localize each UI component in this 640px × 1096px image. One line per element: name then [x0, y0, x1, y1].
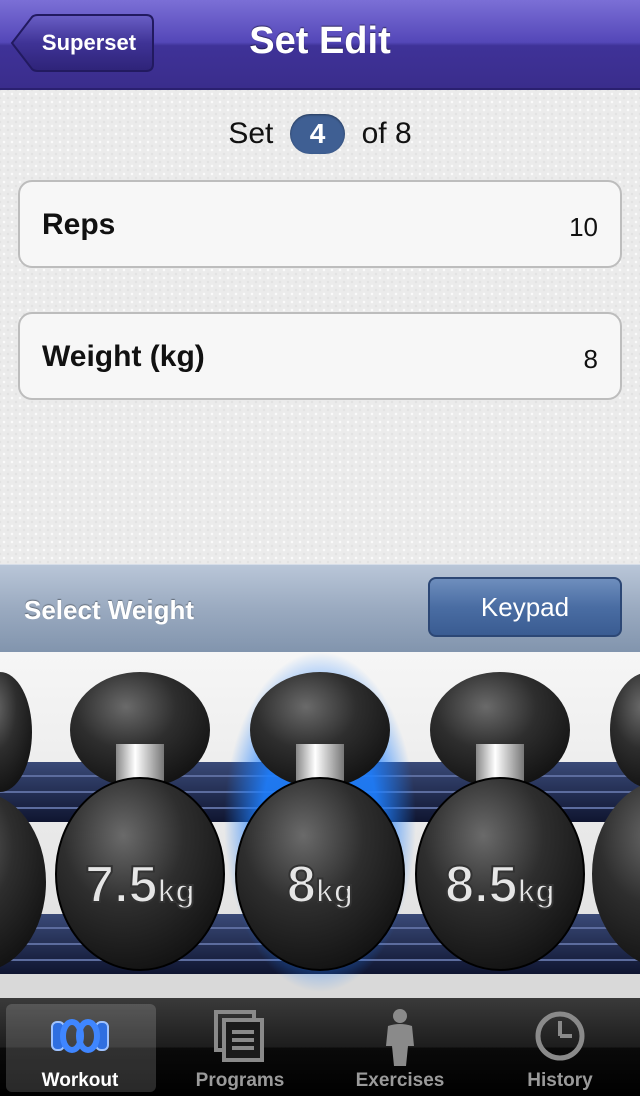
tab-exercises[interactable]: Exercises [320, 998, 480, 1096]
set-edit-content: Set 4 of 8 Reps 10 Weight (kg) 8 [0, 90, 640, 564]
set-indicator: Set 4 of 8 [0, 114, 640, 154]
select-weight-bar: Select Weight Keypad [0, 564, 640, 653]
dumbbell-rack-graphic: 7.5kg 8kg 8.5kg [0, 652, 640, 1002]
dumbbell-8-5-number: 8.5 [445, 856, 517, 914]
history-icon [535, 1011, 585, 1061]
reps-label: Reps [42, 208, 116, 241]
dumbbell-8-5kg[interactable]: 8.5kg [415, 672, 585, 971]
workout-icon [51, 1019, 109, 1053]
dumbbell-8kg[interactable]: 8kg [235, 672, 405, 971]
tab-bar: Workout Programs Exercises History [0, 998, 640, 1096]
weight-label: Weight (kg) [42, 340, 205, 373]
reps-value: 10 [569, 212, 598, 242]
tab-workout-label: Workout [41, 1070, 119, 1091]
select-weight-caption: Select Weight [24, 595, 195, 625]
dumbbell-8-unit: kg [316, 873, 353, 909]
dumbbell-7-5-number: 7.5 [85, 856, 157, 914]
tab-history-label: History [527, 1070, 593, 1091]
set-suffix: of 8 [361, 117, 412, 150]
dumbbell-8-5-unit: kg [517, 873, 554, 909]
programs-icon [214, 1010, 264, 1062]
weight-row[interactable]: Weight (kg) 8 [18, 312, 622, 400]
tab-exercises-label: Exercises [355, 1070, 445, 1091]
tab-programs[interactable]: Programs [160, 998, 320, 1096]
tab-programs-label: Programs [195, 1070, 285, 1091]
dumbbell-8-number: 8 [287, 856, 316, 914]
keypad-button[interactable]: Keypad [428, 577, 622, 637]
tab-history[interactable]: History [480, 998, 640, 1096]
weight-value: 8 [583, 344, 598, 374]
exercises-icon [386, 1009, 414, 1066]
dumbbell-rack[interactable]: 7.5kg 8kg 8.5kg [0, 652, 640, 1002]
set-number-badge: 4 [289, 114, 346, 154]
tab-workout[interactable]: Workout [0, 998, 160, 1096]
navigation-bar: Superset Set Edit [0, 0, 640, 90]
dumbbell-7-5-unit: kg [157, 873, 194, 909]
set-prefix: Set [228, 117, 274, 150]
dumbbell-7-5kg[interactable]: 7.5kg [55, 672, 225, 971]
reps-row[interactable]: Reps 10 [18, 180, 622, 268]
page-title: Set Edit [249, 20, 391, 62]
